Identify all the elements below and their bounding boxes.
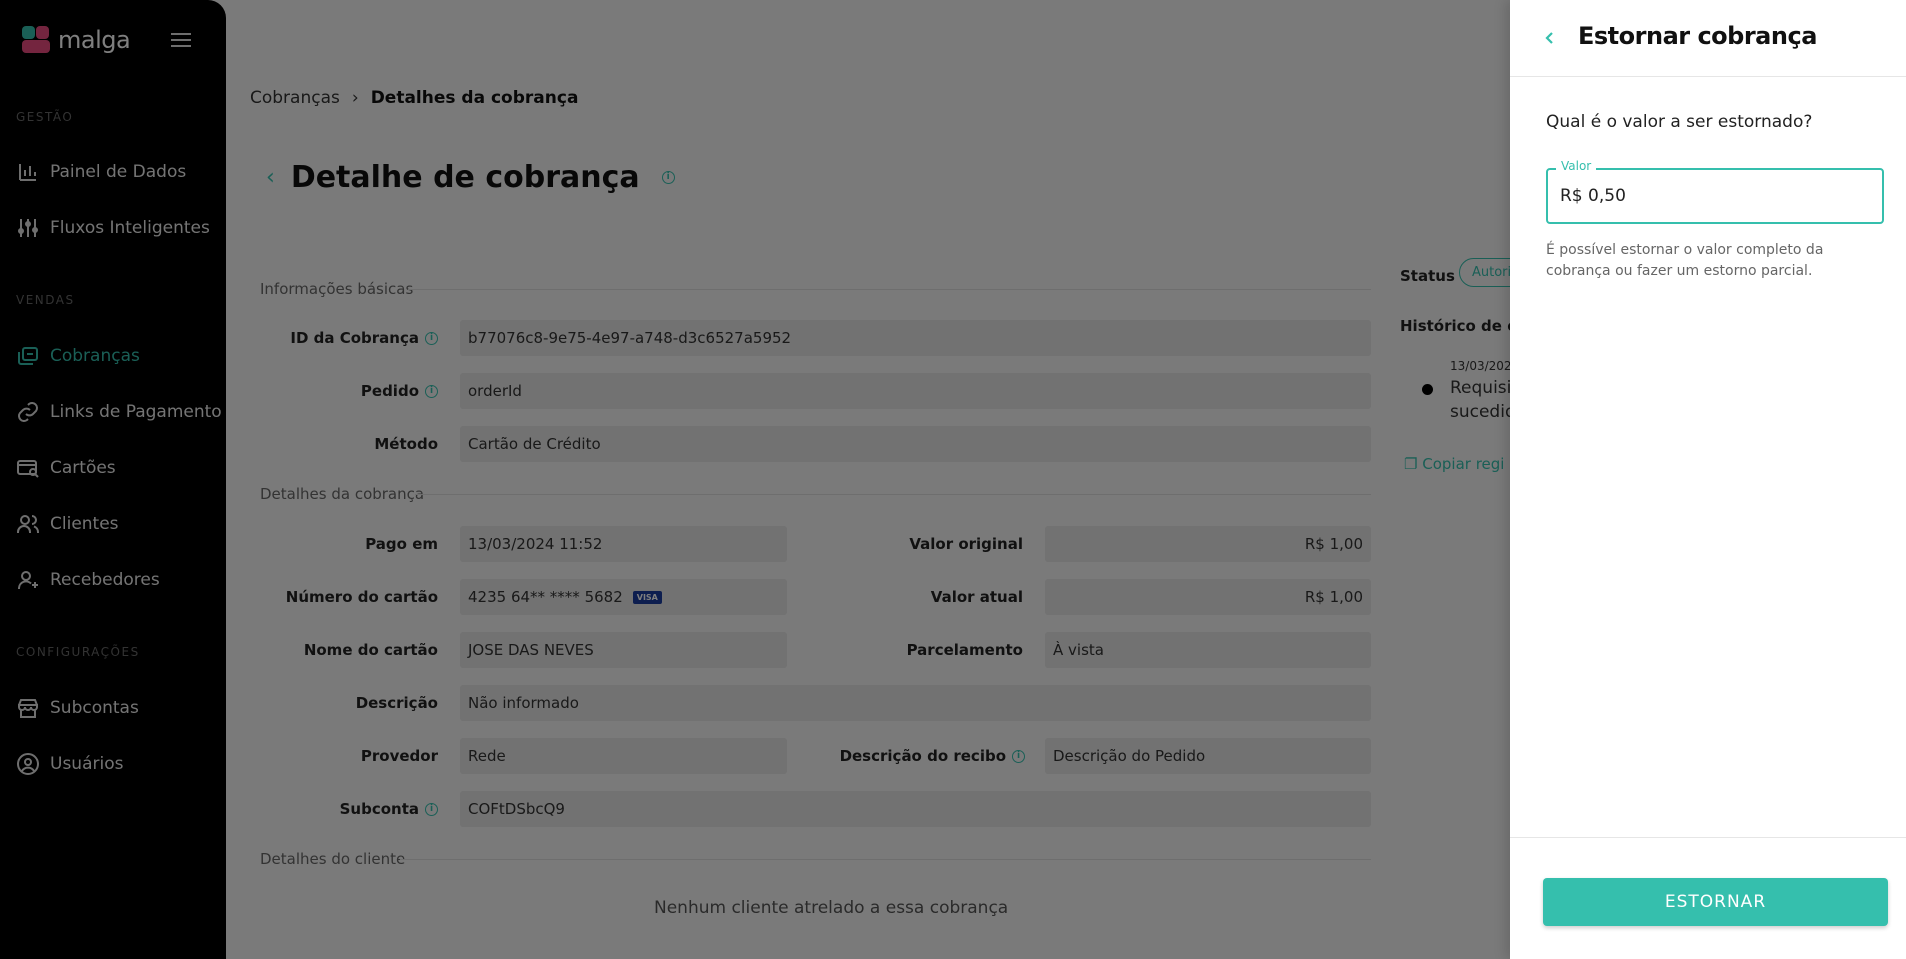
refund-button[interactable]: ESTORNAR: [1543, 878, 1888, 926]
back-chevron-icon[interactable]: [1540, 28, 1560, 48]
modal-backdrop[interactable]: [0, 0, 1510, 959]
drawer-footer: ESTORNAR: [1510, 837, 1906, 959]
refund-question: Qual é o valor a ser estornado?: [1546, 112, 1813, 132]
drawer-header: Estornar cobrança: [1510, 0, 1906, 77]
refund-value-input[interactable]: [1560, 186, 1860, 206]
drawer-title: Estornar cobrança: [1578, 22, 1817, 50]
refund-value-field[interactable]: Valor: [1546, 159, 1884, 224]
value-field-label: Valor: [1556, 159, 1597, 173]
refund-helper-text: É possível estornar o valor completo da …: [1546, 242, 1824, 279]
refund-drawer: Estornar cobrança Qual é o valor a ser e…: [1510, 0, 1906, 959]
